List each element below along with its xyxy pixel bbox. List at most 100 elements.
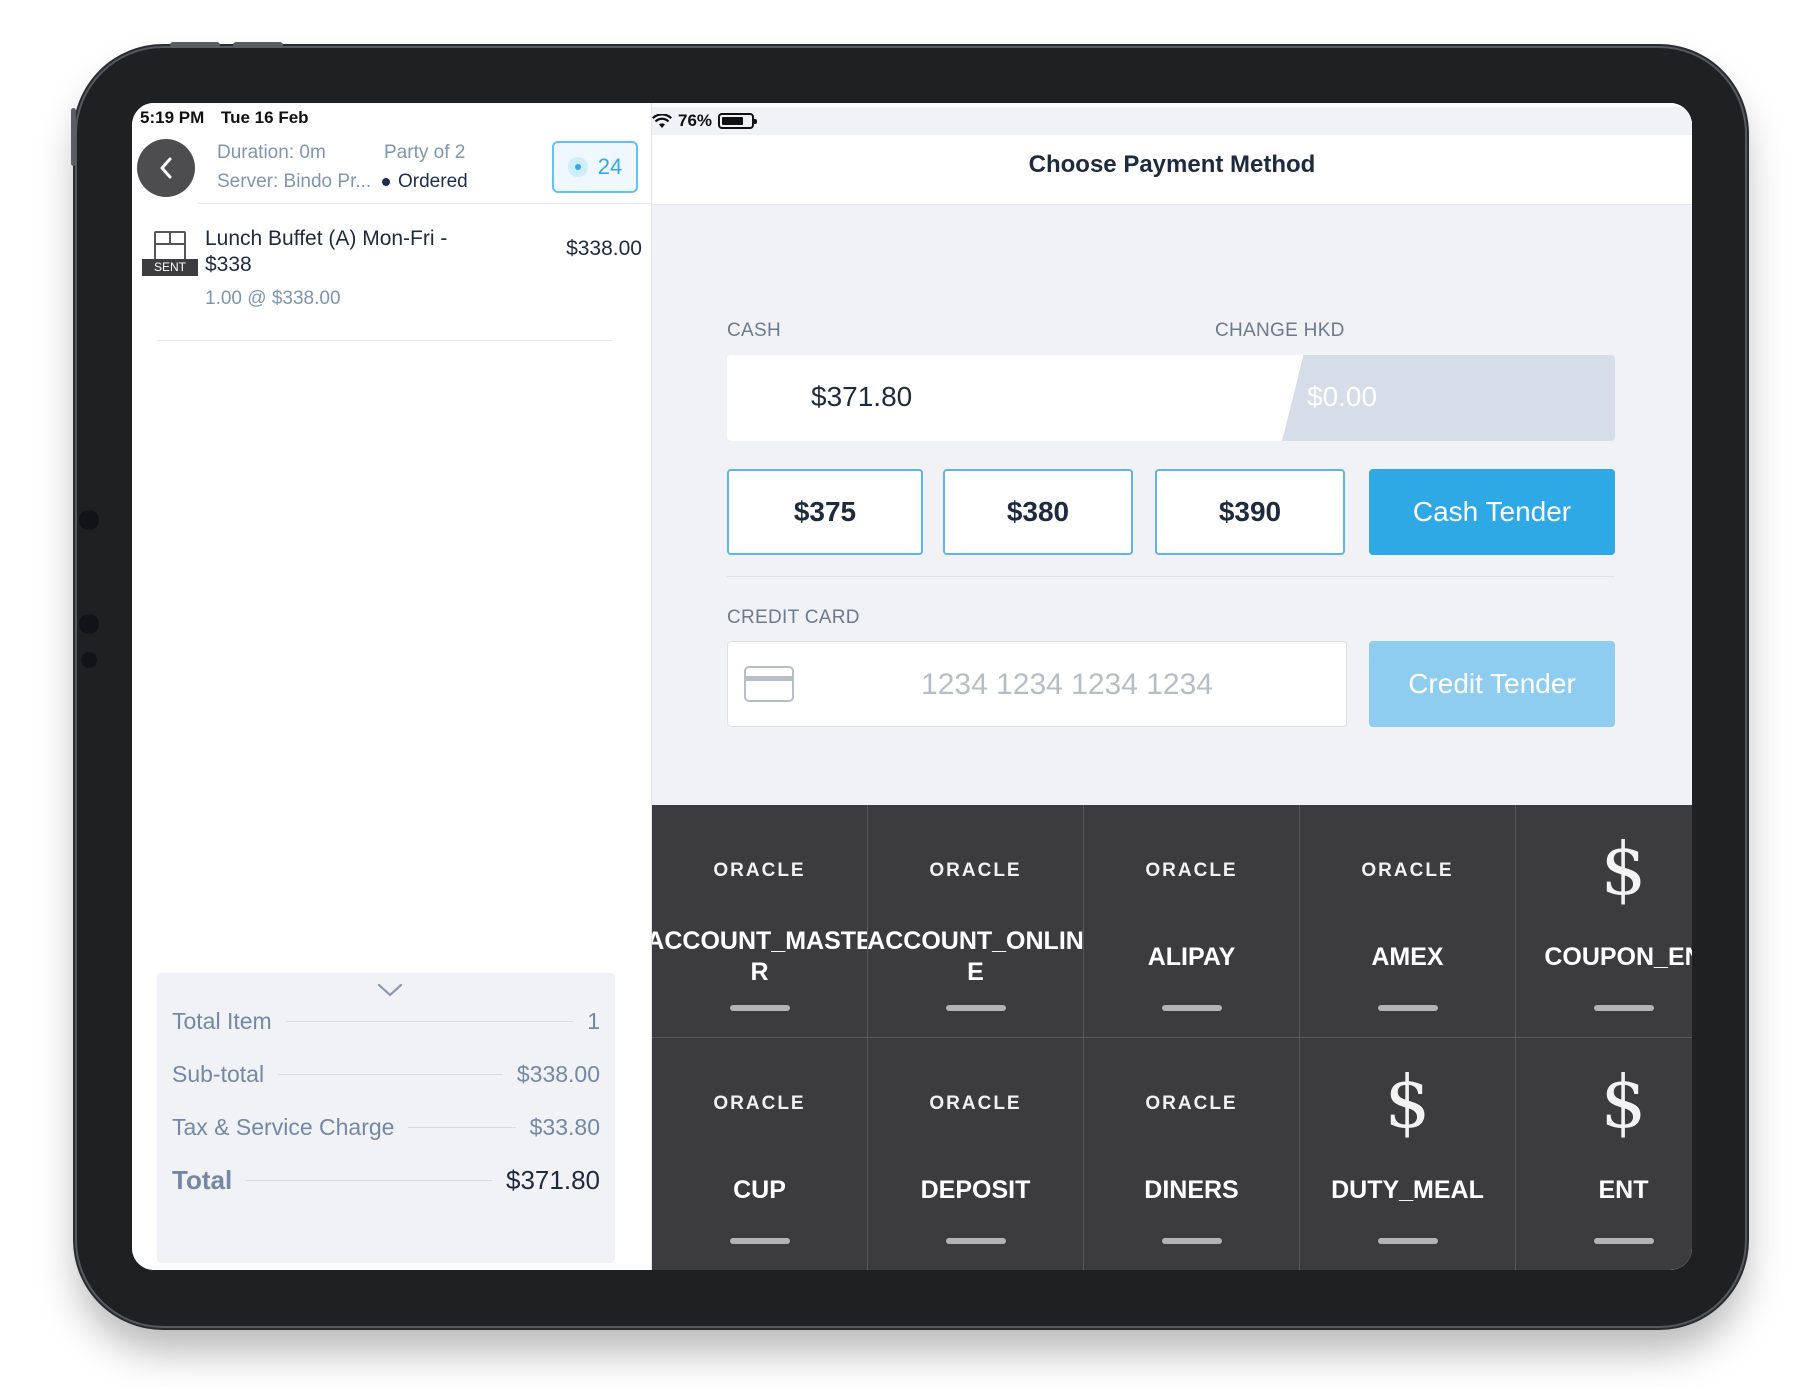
quick-amount-button[interactable]: $390 xyxy=(1155,469,1345,555)
guest-count-badge[interactable]: 24 xyxy=(552,141,638,193)
oracle-logo: ORACLE xyxy=(1145,1093,1238,1114)
order-panel: Duration: 0m Party of 2 Server: Bindo Pr… xyxy=(132,103,652,1270)
summary-label: Tax & Service Charge xyxy=(172,1113,395,1140)
cash-amount-value: $371.80 xyxy=(811,381,913,412)
tender-tile[interactable]: $ COUPON_EN xyxy=(1516,805,1692,1038)
guest-count: 24 xyxy=(597,154,623,179)
tender-name: DEPOSIT xyxy=(920,1175,1031,1204)
tender-tile[interactable]: ORACLE ACCOUNT_MASTER xyxy=(652,805,868,1038)
change-amount-value: $0.00 xyxy=(1307,381,1378,412)
divider xyxy=(198,203,652,204)
summary-value: $33.80 xyxy=(529,1113,600,1140)
chevron-down-icon[interactable] xyxy=(377,981,403,999)
side-button xyxy=(71,108,76,166)
summary-total: Total $371.80 xyxy=(172,1165,600,1195)
oracle-logo: ORACLE xyxy=(929,1093,1022,1114)
tender-name: AMEX xyxy=(1371,942,1444,971)
tender-tile[interactable]: ORACLE ALIPAY xyxy=(1084,805,1300,1038)
summary-total-items: Total Item 1 xyxy=(172,1006,600,1036)
item-name: Lunch Buffet (A) Mon-Fri - $338 xyxy=(205,227,448,276)
tender-tile[interactable]: ORACLE AMEX xyxy=(1300,805,1516,1038)
card-number-input[interactable]: 1234 1234 1234 1234 xyxy=(727,641,1347,727)
oracle-logo: ORACLE xyxy=(1361,860,1454,881)
tender-name: COUPON_EN xyxy=(1544,942,1692,971)
tender-tile[interactable]: $ DUTY_MEAL xyxy=(1300,1038,1516,1270)
tender-tile[interactable]: ORACLE ACCOUNT_ONLINE xyxy=(868,805,1084,1038)
tender-indicator xyxy=(1162,1005,1222,1011)
summary-label: Sub-total xyxy=(172,1060,265,1087)
summary-label: Total Item xyxy=(172,1007,272,1034)
tender-indicator xyxy=(946,1238,1006,1244)
top-button-2 xyxy=(233,42,283,48)
tender-indicator xyxy=(1378,1005,1438,1011)
credit-card-label: CREDIT CARD xyxy=(727,607,860,628)
battery-percent: 76% xyxy=(678,111,713,130)
tender-grid: ORACLE ACCOUNT_MASTER ORACLE ACCOUNT_ONLINE… xyxy=(652,805,1692,1270)
tender-indicator xyxy=(1594,1238,1654,1244)
tender-name: DINERS xyxy=(1144,1175,1239,1204)
sent-box-icon: SENT xyxy=(142,231,198,279)
divider xyxy=(157,340,612,341)
dollar-icon: $ xyxy=(1600,827,1647,911)
tender-tile[interactable]: ORACLE CUP xyxy=(652,1038,868,1270)
oracle-logo: ORACLE xyxy=(713,860,806,881)
party-size: Party of 2 xyxy=(384,142,466,163)
divider xyxy=(727,576,1615,577)
back-button[interactable] xyxy=(137,139,195,197)
tender-indicator xyxy=(946,1005,1006,1011)
dollar-icon: $ xyxy=(1384,1060,1431,1144)
tender-indicator xyxy=(730,1238,790,1244)
server-name: Server: Bindo Pr... xyxy=(217,171,372,192)
sent-tag: SENT xyxy=(142,259,198,276)
tender-name: ACCOUNT_MASTER xyxy=(652,927,868,986)
summary-label: Total xyxy=(172,1164,233,1195)
cash-tender-button[interactable]: Cash Tender xyxy=(1369,469,1615,555)
tender-indicator xyxy=(1594,1005,1654,1011)
tender-tile[interactable]: $ ENT xyxy=(1516,1038,1692,1270)
tender-indicator xyxy=(730,1005,790,1011)
tender-name: DUTY_MEAL xyxy=(1331,1175,1484,1204)
tender-indicator xyxy=(1162,1238,1222,1244)
camera-dot xyxy=(79,510,99,530)
camera-dot xyxy=(81,652,97,668)
summary-value: $338.00 xyxy=(516,1060,600,1087)
wifi-icon xyxy=(652,113,672,128)
oracle-logo: ORACLE xyxy=(713,1093,806,1114)
oracle-logo: ORACLE xyxy=(1145,860,1238,881)
summary-subtotal: Sub-total $338.00 xyxy=(172,1059,600,1089)
oracle-logo: ORACLE xyxy=(929,860,1022,881)
tender-tile[interactable]: ORACLE DEPOSIT xyxy=(868,1038,1084,1270)
quick-amount-button[interactable]: $380 xyxy=(943,469,1133,555)
tender-name: ALIPAY xyxy=(1147,942,1236,971)
payment-panel: Choose Payment Method CASH CHANGE HKD $3… xyxy=(652,103,1692,1270)
top-button-1 xyxy=(170,42,220,48)
order-status: Ordered xyxy=(382,171,468,193)
cash-amount-field[interactable]: $371.80 $0.00 xyxy=(727,355,1615,441)
tender-indicator xyxy=(1378,1238,1438,1244)
status-date: Tue 16 Feb xyxy=(221,108,309,127)
order-summary: Total Item 1 Sub-total $338.00 Tax & Ser… xyxy=(157,973,615,1263)
guest-icon xyxy=(567,157,588,177)
summary-tax: Tax & Service Charge $33.80 xyxy=(172,1112,600,1142)
change-label: CHANGE HKD xyxy=(1215,320,1345,341)
credit-tender-button[interactable]: Credit Tender xyxy=(1369,641,1615,727)
chevron-left-icon xyxy=(160,157,172,179)
status-bar: 5:19 PM Tue 16 Feb 76% xyxy=(132,103,1692,135)
item-price: $338.00 xyxy=(566,237,642,260)
summary-value: $371.80 xyxy=(506,1164,600,1195)
cash-label: CASH xyxy=(727,320,781,341)
tender-name: CUP xyxy=(733,1175,786,1204)
quick-amount-button[interactable]: $375 xyxy=(727,469,923,555)
card-number-placeholder: 1234 1234 1234 1234 xyxy=(921,668,1213,701)
camera-dot xyxy=(79,614,99,634)
status-dot xyxy=(382,178,390,186)
order-duration: Duration: 0m xyxy=(217,142,326,163)
tender-tile[interactable]: ORACLE DINERS xyxy=(1084,1038,1300,1270)
summary-value: 1 xyxy=(587,1007,600,1034)
item-qty-line: 1.00 @ $338.00 xyxy=(205,288,341,309)
screen: 5:19 PM Tue 16 Feb 76% Duration: 0m Part… xyxy=(132,103,1692,1270)
tender-name: ACCOUNT_ONLINE xyxy=(868,927,1084,986)
order-item[interactable]: SENT Lunch Buffet (A) Mon-Fri - $338 $33… xyxy=(142,213,642,321)
dollar-icon: $ xyxy=(1600,1060,1647,1144)
order-status-label: Ordered xyxy=(398,171,468,192)
